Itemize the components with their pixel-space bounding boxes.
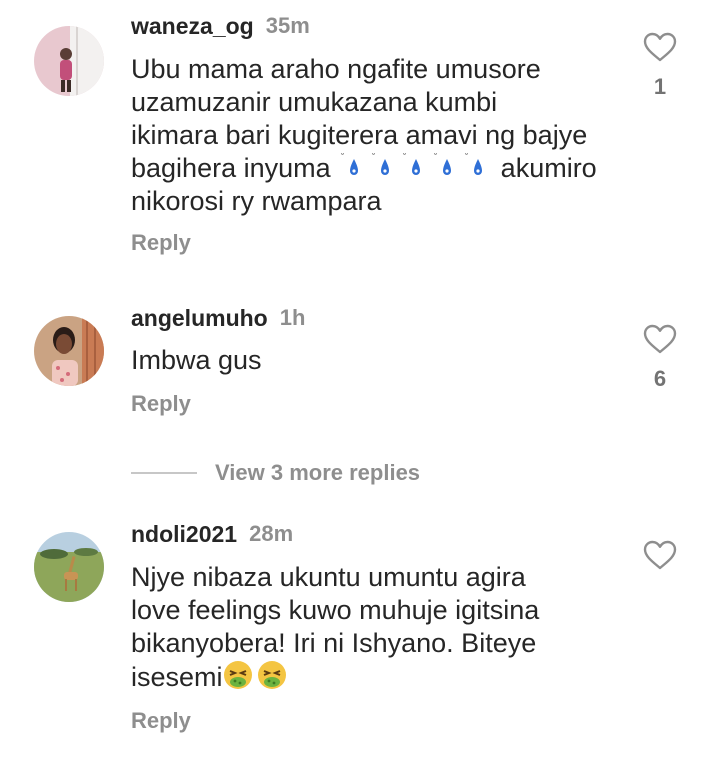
heart-outline-icon[interactable] xyxy=(643,540,677,570)
comment-header: waneza_og 35m xyxy=(131,8,310,44)
svg-text:˘: ˘ xyxy=(433,153,438,164)
avatar[interactable] xyxy=(34,316,104,386)
svg-text:˘: ˘ xyxy=(371,153,376,164)
comment-header: ndoli2021 28m xyxy=(131,516,293,552)
reply-button[interactable]: Reply xyxy=(131,708,191,734)
username[interactable]: waneza_og xyxy=(131,13,254,40)
comment-text-part: isesemi xyxy=(131,662,223,692)
avatar[interactable] xyxy=(34,26,104,96)
timestamp: 35m xyxy=(265,13,310,38)
like-control: 6 xyxy=(640,324,680,392)
comment-line: bagihera inyuma ˘ ˘ ˘ ˘ ˘ akumiro xyxy=(131,152,631,185)
comment-text-part: bagihera inyuma xyxy=(131,153,331,183)
like-control: 1 xyxy=(640,32,680,100)
heart-outline-icon[interactable] xyxy=(643,32,677,62)
like-count: 1 xyxy=(653,74,667,99)
comment-line: Njye nibaza ukuntu umuntu agira xyxy=(131,562,526,592)
timestamp: 1h xyxy=(279,305,306,330)
comment-line: nikorosi ry rwampara xyxy=(131,186,382,216)
comment-item: waneza_og 35m Ubu mama araho ngafite umu… xyxy=(0,8,720,268)
comment-text: Njye nibaza ukuntu umuntu agira love fee… xyxy=(131,561,631,694)
svg-text:˘: ˘ xyxy=(464,153,469,164)
comment-header: angelumuho 1h xyxy=(131,300,305,336)
heart-outline-icon[interactable] xyxy=(643,324,677,354)
comment-line: uzamuzanir umukazana kumbi xyxy=(131,87,498,117)
comment-line: ikimara bari kugiterera amavi ng bajye xyxy=(131,120,588,150)
comment-line: Imbwa gus xyxy=(131,345,262,375)
sweat-droplets-emoji: ˘ ˘ ˘ ˘ ˘ xyxy=(338,153,501,183)
comment-line: love feelings kuwo muhuje igitsina xyxy=(131,595,540,625)
view-more-replies-label[interactable]: View 3 more replies xyxy=(215,460,420,486)
reply-button[interactable]: Reply xyxy=(131,230,191,256)
timestamp: 28m xyxy=(249,521,294,546)
like-count: 6 xyxy=(653,366,667,391)
comment-text: Imbwa gus xyxy=(131,344,631,377)
divider-line xyxy=(131,472,197,474)
comment-item: angelumuho 1h Imbwa gus Reply 6 xyxy=(0,300,720,430)
comment-line: Ubu mama araho ngafite umusore xyxy=(131,54,541,84)
avatar[interactable] xyxy=(34,532,104,602)
view-more-replies[interactable]: View 3 more replies xyxy=(131,457,420,489)
comment-line: isesemi xyxy=(131,660,631,694)
comment-line: bikanyobera! Iri ni Ishyano. Biteye xyxy=(131,628,537,658)
svg-text:˘: ˘ xyxy=(340,153,345,164)
username[interactable]: ndoli2021 xyxy=(131,521,237,548)
comment-text: Ubu mama araho ngafite umusore uzamuzani… xyxy=(131,53,631,218)
username[interactable]: angelumuho xyxy=(131,305,268,332)
nauseated-face-emoji xyxy=(223,661,291,692)
comment-text-part: akumiro xyxy=(500,153,597,183)
reply-button[interactable]: Reply xyxy=(131,391,191,417)
comment-item: ndoli2021 28m Njye nibaza ukuntu umuntu … xyxy=(0,516,720,756)
svg-text:˘: ˘ xyxy=(402,153,407,164)
like-control xyxy=(640,540,680,570)
